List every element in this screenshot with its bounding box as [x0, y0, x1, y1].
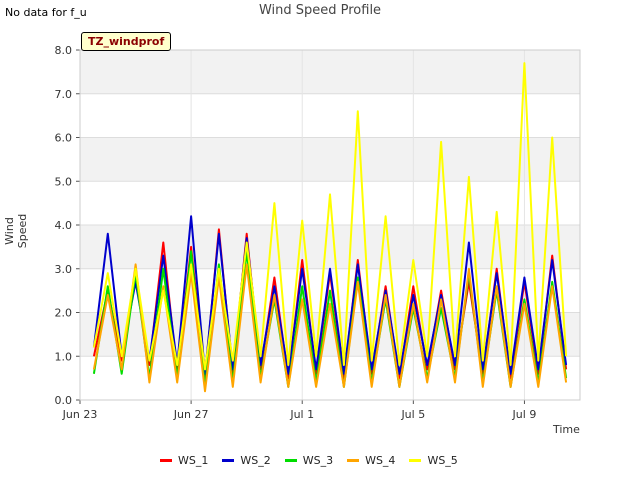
- legend-swatch: [222, 459, 235, 462]
- x-tick-label: Jul 9: [512, 408, 537, 421]
- legend: WS_1 WS_2 WS_3 WS_4 WS_5: [160, 454, 458, 467]
- legend-label: WS_2: [240, 454, 271, 467]
- background-band: [80, 225, 580, 269]
- chart-title: Wind Speed Profile: [258, 3, 382, 18]
- chart-area: 0.0 1.0 2.0 3.0 4.0 5.0 6.0 7.0 8.0 Jun 23 Jun 27 J…: [55, 44, 581, 421]
- legend-label: WS_4: [365, 454, 396, 467]
- legend-item: WS_1: [160, 454, 208, 467]
- legend-swatch: [347, 459, 360, 462]
- legend-item: WS_4: [347, 454, 395, 467]
- legend-label: WS_1: [178, 454, 209, 467]
- legend-swatch: [160, 459, 172, 462]
- site-badge: TZ_windprof: [81, 32, 172, 51]
- legend-label: WS_5: [427, 454, 458, 467]
- y-tick-label: 4.0: [55, 219, 73, 232]
- y-axis-label: Wind Speed: [3, 213, 29, 249]
- legend-item: WS_3: [284, 454, 334, 467]
- y-tick-label: 3.0: [55, 263, 73, 276]
- x-tick-label: Jul 5: [400, 408, 425, 421]
- x-tick-label: Jun 23: [62, 408, 98, 421]
- legend-item: WS_5: [409, 454, 458, 467]
- x-axis-label: Time: [553, 423, 580, 436]
- y-tick-label: 6.0: [55, 132, 73, 145]
- y-tick-label: 8.0: [55, 44, 73, 57]
- y-tick-label: 2.0: [55, 307, 73, 320]
- y-tick-label: 5.0: [55, 175, 73, 188]
- legend-swatch: [409, 459, 422, 462]
- x-tick-label: Jul 1: [289, 408, 314, 421]
- background-band: [80, 137, 580, 182]
- y-tick-label: 0.0: [55, 394, 73, 407]
- y-tick-label: 7.0: [55, 88, 73, 101]
- legend-swatch: [284, 459, 297, 462]
- x-tick-label: Jun 27: [173, 408, 209, 421]
- background-band: [80, 50, 580, 94]
- legend-item: WS_2: [222, 454, 271, 467]
- legend-label: WS_3: [302, 454, 334, 467]
- y-tick-label: 1.0: [55, 350, 73, 363]
